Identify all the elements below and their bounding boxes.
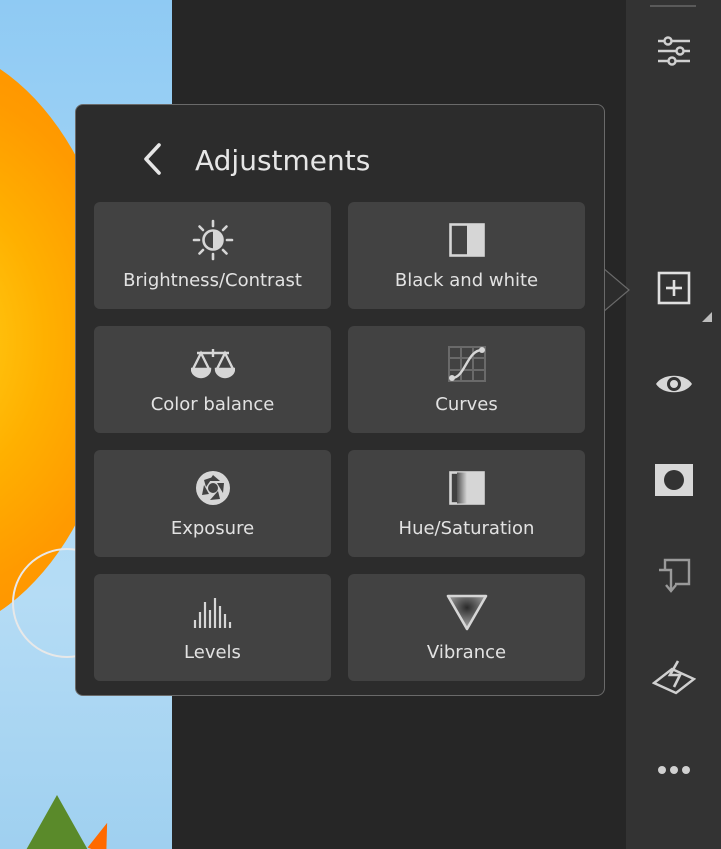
black-and-white-icon [448, 223, 485, 257]
sliders-button[interactable] [648, 25, 700, 77]
levels-icon [193, 598, 231, 628]
tile-vibrance[interactable]: Vibrance [348, 574, 585, 681]
tile-label: Color balance [150, 394, 275, 415]
layer-lightning-icon [652, 660, 696, 695]
popover-title: Adjustments [195, 144, 371, 177]
layer-properties-button[interactable] [648, 650, 700, 702]
more-icon [658, 766, 690, 774]
tile-label: Exposure [170, 518, 255, 539]
tile-levels[interactable]: Levels [94, 574, 331, 681]
mask-icon [655, 464, 693, 496]
flower-shape [87, 819, 116, 849]
mask-button[interactable] [648, 454, 700, 506]
eye-icon [656, 375, 692, 393]
tile-label: Hue/Saturation [398, 518, 535, 539]
tile-black-and-white[interactable]: Black and white [348, 202, 585, 309]
visibility-button[interactable] [648, 358, 700, 410]
tile-color-balance[interactable]: Color balance [94, 326, 331, 433]
adjustments-popover: Adjustments Brightness/Contrast Black an… [75, 104, 605, 696]
chevron-left-icon [144, 143, 161, 175]
leaf-shape [12, 795, 102, 849]
clip-button[interactable] [648, 550, 700, 602]
tile-label: Brightness/Contrast [123, 270, 302, 291]
sliders-icon [658, 36, 690, 66]
tile-label: Curves [435, 394, 498, 415]
toolbar-divider [650, 5, 696, 7]
back-button[interactable] [136, 139, 170, 179]
tile-label: Black and white [394, 270, 539, 291]
brightness-contrast-icon [192, 219, 233, 261]
plus-square-icon [657, 271, 691, 305]
scale-icon [190, 349, 235, 379]
submenu-corner-indicator [702, 312, 712, 322]
tile-hue-saturation[interactable]: Hue/Saturation [348, 450, 585, 557]
tile-brightness-contrast[interactable]: Brightness/Contrast [94, 202, 331, 309]
tile-label: Levels [184, 642, 241, 663]
vibrance-icon [446, 594, 487, 631]
tile-label: Vibrance [426, 642, 507, 663]
tile-curves[interactable]: Curves [348, 326, 585, 433]
tile-exposure[interactable]: Exposure [94, 450, 331, 557]
aperture-icon [195, 471, 230, 505]
hue-saturation-icon [448, 471, 485, 505]
more-button[interactable] [648, 744, 700, 796]
clip-icon [659, 558, 691, 593]
popover-header: Adjustments [76, 105, 604, 205]
add-layer-button[interactable] [648, 262, 712, 322]
popover-arrow [603, 268, 630, 312]
curves-icon [447, 346, 486, 382]
layers-toolbar [626, 0, 721, 849]
